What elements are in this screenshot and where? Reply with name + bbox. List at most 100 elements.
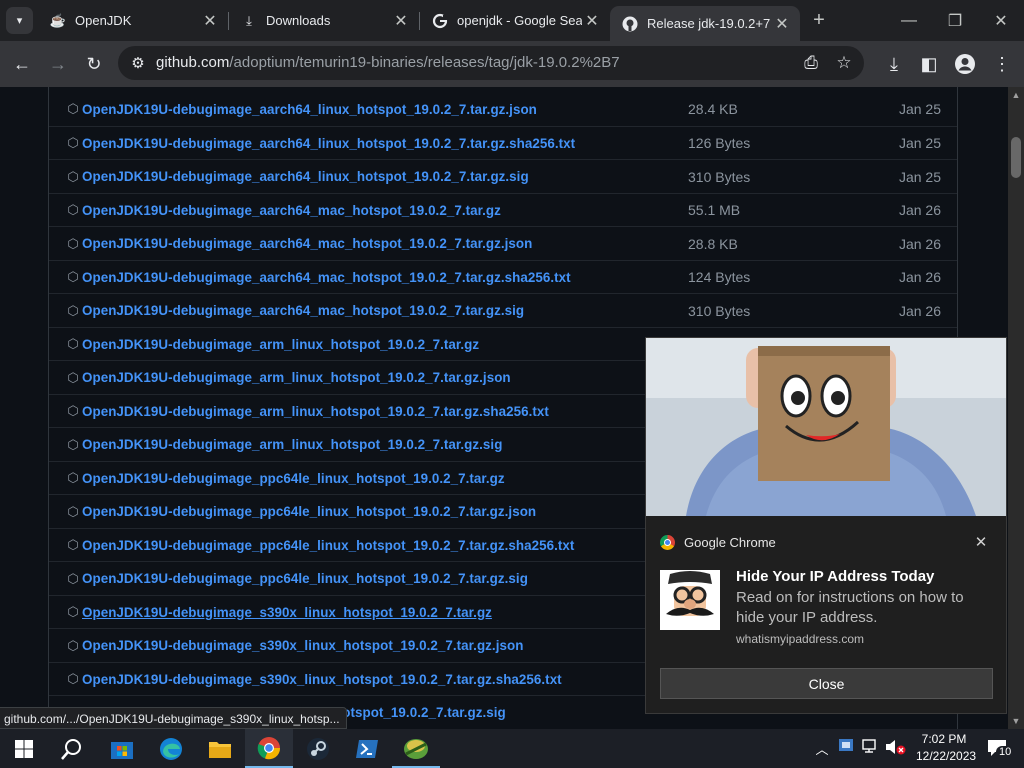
steam-button[interactable] xyxy=(294,729,342,768)
start-button[interactable] xyxy=(0,729,48,768)
asset-link[interactable]: OpenJDK19U-debugimage_aarch64_mac_hotspo… xyxy=(82,303,524,318)
url-text[interactable]: github.com/adoptium/temurin19-binaries/r… xyxy=(156,54,620,71)
asset-link[interactable]: OpenJDK19U-debugimage_aarch64_mac_hotspo… xyxy=(82,270,571,285)
file-explorer-button[interactable] xyxy=(196,729,244,768)
close-tab-icon[interactable]: ✕ xyxy=(391,11,411,31)
asset-link[interactable]: OpenJDK19U-debugimage_arm_linux_hotspot_… xyxy=(82,337,479,352)
openjdk-icon: ☕ xyxy=(49,12,67,28)
notification-hero-image xyxy=(646,338,1006,516)
notification-center-button[interactable]: 10 xyxy=(982,736,1015,760)
asset-link[interactable]: OpenJDK19U-debugimage_aarch64_mac_hotspo… xyxy=(82,203,501,218)
tab-search-button[interactable]: ▾ xyxy=(6,7,33,34)
tab-google-search[interactable]: openjdk - Google Sea ✕ xyxy=(420,0,610,41)
side-panel-button[interactable]: ◧ xyxy=(913,48,945,80)
asset-link[interactable]: OpenJDK19U-debugimage_aarch64_linux_hots… xyxy=(82,102,537,117)
reload-button[interactable]: ↻ xyxy=(78,48,110,80)
scrollbar-thumb[interactable] xyxy=(1011,137,1021,178)
tab-title: Downloads xyxy=(266,13,331,28)
minimize-button[interactable]: — xyxy=(886,0,932,41)
asset-link[interactable]: OpenJDK19U-debugimage_s390x_linux_hotspo… xyxy=(82,672,562,687)
asset-link[interactable]: OpenJDK19U-debugimage_ppc64le_linux_hots… xyxy=(82,571,528,586)
install-app-icon[interactable]: ⎙ xyxy=(800,52,822,74)
side-panel-icon: ◧ xyxy=(920,53,938,74)
search-button[interactable] xyxy=(48,729,96,768)
folder-icon xyxy=(209,741,231,758)
volume-muted-icon[interactable] xyxy=(885,739,907,755)
microsoft-store-icon xyxy=(111,741,133,759)
asset-date: Jan 26 xyxy=(898,302,941,319)
microsoft-store-button[interactable] xyxy=(98,729,146,768)
forward-button[interactable]: → xyxy=(42,48,74,80)
notification-close-button[interactable]: Close xyxy=(660,668,993,699)
package-icon: ⬡ xyxy=(67,503,79,519)
scroll-down-icon[interactable]: ▼ xyxy=(1008,713,1024,729)
app-taskbar-button[interactable] xyxy=(392,729,440,768)
tab-openjdk[interactable]: ☕ OpenJDK ✕ xyxy=(38,0,229,41)
asset-link[interactable]: OpenJDK19U-debugimage_s390x_linux_hotspo… xyxy=(82,638,523,653)
chrome-icon xyxy=(660,535,675,550)
asset-row: ⬡ OpenJDK19U-debugimage_aarch64_mac_hotsp… xyxy=(49,259,957,294)
show-hidden-icons-button[interactable]: ︿ xyxy=(814,739,830,758)
clock-time: 7:02 PM xyxy=(921,732,967,746)
taskbar-clock[interactable]: 7:02 PM 12/22/2023 xyxy=(916,731,976,765)
asset-link[interactable]: hotspot_19.0.2_7.tar.gz.sig xyxy=(334,705,506,720)
chrome-notification[interactable]: Google Chrome ✕ Hide Your IP Address Tod… xyxy=(645,337,1007,714)
asset-link[interactable]: OpenJDK19U-debugimage_arm_linux_hotspot_… xyxy=(82,404,549,419)
powershell-button[interactable] xyxy=(343,729,391,768)
downloads-button[interactable]: ⤓ xyxy=(878,48,910,80)
asset-link[interactable]: OpenJDK19U-debugimage_arm_linux_hotspot_… xyxy=(82,437,502,452)
google-icon xyxy=(432,13,448,29)
package-icon: ⬡ xyxy=(67,135,79,150)
notification-count-badge: 10 xyxy=(996,746,1015,758)
asset-size: 310 Bytes xyxy=(688,168,751,185)
asset-link[interactable]: OpenJDK19U-debugimage_ppc64le_linux_hots… xyxy=(82,538,574,553)
edge-icon xyxy=(160,737,182,760)
forward-arrow-icon: → xyxy=(49,53,67,74)
package-icon: ⬡ xyxy=(67,336,79,351)
network-icon[interactable] xyxy=(861,739,879,753)
asset-link[interactable]: OpenJDK19U-debugimage_aarch64_linux_hots… xyxy=(82,136,575,151)
close-icon[interactable]: ✕ xyxy=(972,533,990,551)
chrome-menu-button[interactable]: ⋮ xyxy=(986,48,1018,80)
tray-app-icon[interactable] xyxy=(838,739,854,751)
notification-site: whatismyipaddress.com xyxy=(736,632,865,646)
close-tab-icon[interactable]: ✕ xyxy=(772,14,792,34)
minimize-icon: — xyxy=(901,11,917,29)
chrome-taskbar-button[interactable] xyxy=(245,729,293,768)
new-tab-button[interactable]: + xyxy=(808,9,830,31)
asset-row: ⬡ OpenJDK19U-debugimage_aarch64_linux_hot… xyxy=(49,125,957,160)
close-window-button[interactable]: ✕ xyxy=(978,0,1024,41)
search-icon xyxy=(61,738,81,760)
asset-link[interactable]: OpenJDK19U-debugimage_aarch64_linux_hots… xyxy=(82,169,529,184)
reload-icon: ↻ xyxy=(86,53,102,74)
tab-downloads[interactable]: ⤓ Downloads ✕ xyxy=(229,0,420,41)
chrome-icon xyxy=(257,736,281,759)
close-tab-icon[interactable]: ✕ xyxy=(582,11,602,31)
link-status-bubble: github.com/.../OpenJDK19U-debugimage_s39… xyxy=(0,707,347,729)
page-scrollbar[interactable]: ▲ ▼ xyxy=(1008,87,1024,729)
asset-link[interactable]: OpenJDK19U-debugimage_aarch64_mac_hotspo… xyxy=(82,236,532,251)
site-info-icon[interactable]: ⚙ xyxy=(128,53,148,73)
scroll-up-icon[interactable]: ▲ xyxy=(1008,87,1024,103)
bookmark-star-icon[interactable]: ☆ xyxy=(833,52,855,74)
asset-link[interactable]: OpenJDK19U-debugimage_arm_linux_hotspot_… xyxy=(82,370,511,385)
package-icon: ⬡ xyxy=(67,101,79,116)
restore-button[interactable]: ❐ xyxy=(932,0,978,41)
asset-link[interactable]: OpenJDK19U-debugimage_ppc64le_linux_hots… xyxy=(82,504,536,519)
tab-github-release[interactable]: Release jdk-19.0.2+7 · ✕ xyxy=(610,6,800,41)
asset-row: ⬡ OpenJDK19U-debugimage_aarch64_linux_hot… xyxy=(49,159,957,193)
download-icon: ⤓ xyxy=(890,53,898,74)
asset-link[interactable]: OpenJDK19U-debugimage_s390x_linux_hotspo… xyxy=(82,605,492,620)
close-tab-icon[interactable]: ✕ xyxy=(200,11,220,31)
notification-app-name: Google Chrome xyxy=(684,535,776,550)
chevron-down-icon: ▾ xyxy=(16,15,23,27)
asset-link[interactable]: OpenJDK19U-debugimage_ppc64le_linux_hots… xyxy=(82,471,505,486)
github-icon xyxy=(622,16,638,32)
edge-button[interactable] xyxy=(147,729,195,768)
tab-title: OpenJDK xyxy=(75,13,132,28)
app-icon xyxy=(404,738,428,759)
address-bar[interactable]: ⚙ github.com/adoptium/temurin19-binaries… xyxy=(118,46,864,80)
restore-icon: ❐ xyxy=(947,12,963,30)
back-button[interactable]: ← xyxy=(6,48,38,80)
profile-button[interactable] xyxy=(949,48,981,80)
